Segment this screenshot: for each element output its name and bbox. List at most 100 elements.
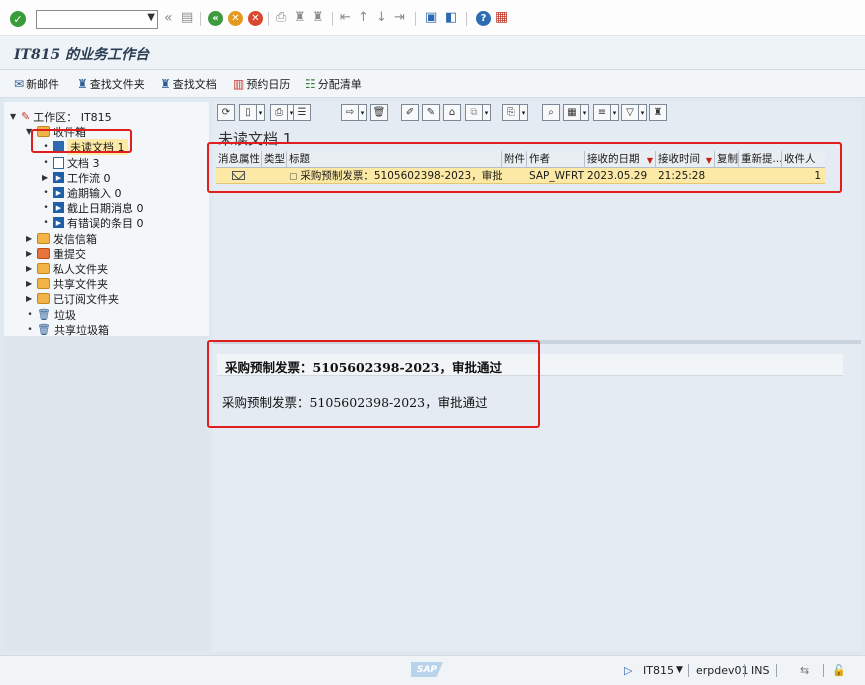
zoom-icon[interactable]: ⌕ bbox=[542, 104, 560, 121]
filter-icon[interactable]: ▽ bbox=[621, 104, 639, 121]
help-icon[interactable]: ? bbox=[476, 11, 491, 26]
back-icon[interactable]: « bbox=[208, 11, 223, 26]
column-header-type[interactable]: 类型 bbox=[262, 151, 287, 168]
expand-toggle-icon[interactable]: ▼ bbox=[10, 112, 18, 121]
tree-node-deadline-messages[interactable]: • ▶ 截止日期消息 0 bbox=[42, 200, 143, 215]
tree-node-workflow[interactable]: ▶ ▶ 工作流 0 bbox=[42, 170, 111, 185]
command-history-dropdown-icon[interactable]: ▼ bbox=[147, 12, 155, 23]
expand-toggle-icon[interactable]: ▶ bbox=[26, 249, 34, 258]
back-double-arrow-icon[interactable]: « bbox=[164, 11, 173, 25]
session-icon[interactable]: ⇆ bbox=[800, 664, 809, 677]
tree-node-workspace[interactable]: ▼ ✎ 工作区： IT815 bbox=[10, 109, 112, 124]
grid-toolbar: ⟳ ▯ ▾ ⎙ ▾ ☰ ⇨ ▾ 🗑 ✐ ✎ ⌂ ⧉ ▾ ⎘ ▾ ⌕ ▦ ▾ ≡ bbox=[213, 102, 861, 124]
tree-node-documents[interactable]: • 文档 3 bbox=[42, 155, 100, 170]
attachment-icon[interactable]: ⌂ bbox=[443, 104, 461, 121]
column-header-received-time[interactable]: 接收时间 ▼ bbox=[656, 151, 715, 168]
command-input[interactable] bbox=[37, 11, 137, 28]
find-folder-button[interactable]: ♜ 查找文件夹 bbox=[77, 74, 145, 94]
column-header-message-attr[interactable]: 消息属性 bbox=[216, 151, 262, 168]
forward-icon[interactable]: ⇨ bbox=[341, 104, 359, 121]
edit-icon[interactable]: ✎ bbox=[422, 104, 440, 121]
tree-node-shared-folders[interactable]: ▶ 共享文件夹 bbox=[26, 276, 108, 291]
sap-logo: SAP bbox=[411, 662, 443, 677]
sort-dropdown-icon[interactable]: ▾ bbox=[611, 104, 619, 121]
new-session-icon[interactable]: ▣ bbox=[425, 11, 437, 24]
save-icon[interactable]: ▤ bbox=[181, 11, 193, 24]
tree-node-trash[interactable]: • 🗑 垃圾 bbox=[26, 307, 76, 322]
tree-node-subscribed-folders[interactable]: ▶ 已订阅文件夹 bbox=[26, 291, 119, 306]
tree-node-private-folders[interactable]: ▶ 私人文件夹 bbox=[26, 261, 108, 276]
copy-icon[interactable]: ⧉ bbox=[465, 104, 483, 121]
tree-label-subscribed-folders: 已订阅文件夹 bbox=[53, 292, 119, 306]
calendar-icon: ▥ bbox=[233, 77, 245, 91]
column-header-recipients[interactable]: 收件人 bbox=[782, 151, 825, 168]
layout-dropdown-icon[interactable]: ▾ bbox=[581, 104, 589, 121]
tree-label-shared-trash: 共享垃圾箱 bbox=[53, 323, 109, 337]
export-icon[interactable]: ⎘ bbox=[502, 104, 520, 121]
new-mail-icon: ✉ bbox=[14, 77, 25, 91]
tree-node-overdue[interactable]: • ▶ 逾期输入 0 bbox=[42, 185, 121, 200]
expand-toggle-icon[interactable]: ▶ bbox=[26, 294, 34, 303]
status-mode: INS bbox=[751, 664, 770, 677]
tree-node-inbox[interactable]: ▼ 收件箱 bbox=[26, 124, 86, 139]
tree-node-resubmission[interactable]: ▶ 重提交 bbox=[26, 246, 86, 261]
refresh-icon[interactable]: ⟳ bbox=[217, 104, 235, 121]
column-header-attachment[interactable]: 附件 bbox=[502, 151, 527, 168]
customize-layout-icon[interactable]: ▦ bbox=[495, 10, 508, 24]
expand-toggle-icon[interactable]: ▶ bbox=[26, 234, 34, 243]
column-header-resubmit[interactable]: 重新提... bbox=[739, 151, 782, 168]
shortcut-icon[interactable]: ◧ bbox=[445, 11, 457, 24]
received-time-cell: 21:25:28 bbox=[658, 170, 706, 182]
expand-toggle-icon[interactable]: ▶ bbox=[26, 264, 34, 273]
find-document-button[interactable]: ♜ 查找文档 bbox=[160, 74, 217, 94]
layout-icon[interactable]: ▦ bbox=[563, 104, 581, 121]
recipients-cell: 1 bbox=[814, 170, 821, 182]
copy-dropdown-icon[interactable]: ▾ bbox=[483, 104, 491, 121]
reply-icon[interactable]: ✐ bbox=[401, 104, 419, 121]
tree-node-error-items[interactable]: • ▶ 有错误的条目 0 bbox=[42, 215, 143, 230]
lock-icon[interactable]: 🔓 bbox=[832, 664, 846, 677]
search-list-icon[interactable]: ♜ bbox=[649, 104, 667, 121]
display-document-dropdown-icon[interactable]: ▾ bbox=[257, 104, 265, 121]
title-bar: IT815 的业务工作台 bbox=[0, 36, 865, 70]
previous-page-icon[interactable]: ↑ bbox=[358, 11, 369, 24]
system-dropdown-icon[interactable]: ▼ bbox=[676, 665, 683, 675]
delete-icon[interactable]: 🗑 bbox=[370, 104, 388, 121]
find-icon[interactable]: ♜ bbox=[294, 11, 306, 24]
sort-descending-icon: ▼ bbox=[646, 156, 653, 165]
enter-check-icon[interactable]: ✓ bbox=[10, 11, 26, 27]
distribution-list-button[interactable]: ☷ 分配清单 bbox=[305, 74, 362, 94]
forward-dropdown-icon[interactable]: ▾ bbox=[359, 104, 367, 121]
status-expand-icon[interactable]: ▷ bbox=[624, 664, 632, 677]
command-field[interactable]: ▼ bbox=[36, 10, 158, 29]
details-icon[interactable]: ☰ bbox=[293, 104, 311, 121]
expand-toggle-icon[interactable]: ▶ bbox=[26, 279, 34, 288]
export-dropdown-icon[interactable]: ▾ bbox=[520, 104, 528, 121]
tree-node-unread-documents[interactable]: • 未读文档 1 bbox=[42, 138, 128, 155]
column-header-copy[interactable]: 复制 bbox=[715, 151, 739, 168]
display-document-icon[interactable]: ▯ bbox=[239, 104, 257, 121]
shared-trash-icon: 🗑 bbox=[37, 323, 51, 336]
appointment-calendar-button[interactable]: ▥ 预约日历 bbox=[233, 74, 290, 94]
expand-toggle-icon[interactable]: ▶ bbox=[42, 173, 50, 182]
cancel-icon[interactable]: ✕ bbox=[248, 11, 263, 26]
find-next-icon[interactable]: ♜ bbox=[312, 11, 324, 24]
new-mail-button[interactable]: ✉ 新邮件 bbox=[14, 74, 59, 94]
exit-icon[interactable]: ✕ bbox=[228, 11, 243, 26]
table-row[interactable]: ▢ 采购预制发票：5105602398-2023，审批通过 SAP_WFRT 2… bbox=[216, 168, 825, 184]
column-header-title[interactable]: 标题 bbox=[287, 151, 502, 168]
column-header-received-date[interactable]: 接收的日期 ▼ bbox=[585, 151, 656, 168]
document-icon bbox=[53, 156, 64, 169]
column-header-author[interactable]: 作者 bbox=[527, 151, 585, 168]
print-list-icon[interactable]: ⎙ bbox=[270, 104, 288, 121]
first-page-icon[interactable]: ⇤ bbox=[340, 11, 351, 24]
title-cell[interactable]: ▢ 采购预制发票：5105602398-2023，审批通过 bbox=[262, 168, 502, 184]
last-page-icon[interactable]: ⇥ bbox=[394, 11, 405, 24]
tree-node-outbox[interactable]: ▶ 发信信箱 bbox=[26, 231, 97, 246]
filter-dropdown-icon[interactable]: ▾ bbox=[639, 104, 647, 121]
next-page-icon[interactable]: ↓ bbox=[376, 11, 387, 24]
print-icon[interactable]: ⎙ bbox=[276, 11, 286, 24]
sort-icon[interactable]: ≡ bbox=[593, 104, 611, 121]
tree-node-shared-trash[interactable]: • 🗑 共享垃圾箱 bbox=[26, 322, 109, 337]
expand-toggle-icon[interactable]: ▼ bbox=[26, 127, 34, 136]
